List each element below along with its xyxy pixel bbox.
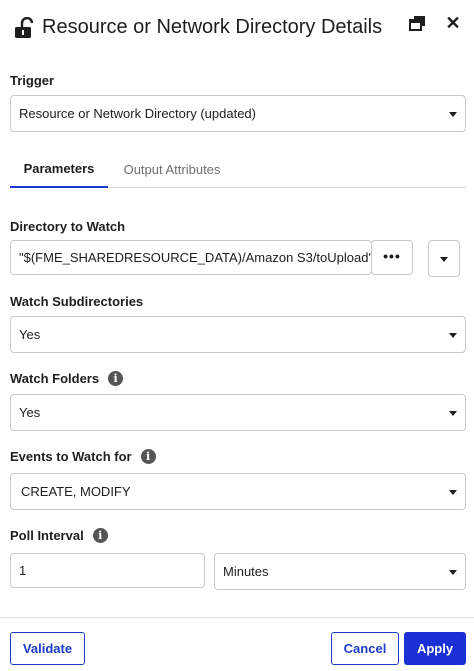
events-select[interactable]: CREATE, MODIFY (10, 473, 466, 510)
poll-interval-value: 1 (19, 563, 27, 578)
events-label-row: Events to Watch for i (10, 449, 156, 464)
directory-field[interactable]: "$(FME_SHAREDRESOURCE_DATA)/Amazon S3/to… (10, 240, 372, 275)
validate-button[interactable]: Validate (10, 632, 85, 665)
watch-subdirectories-select[interactable]: Yes (10, 316, 466, 353)
info-icon[interactable]: i (140, 449, 156, 464)
popout-window-icon[interactable] (408, 14, 428, 34)
poll-interval-unit-value: Minutes (223, 564, 269, 579)
directory-field-value: "$(FME_SHAREDRESOURCE_DATA)/Amazon S3/to… (19, 250, 372, 265)
directory-label: Directory to Watch (10, 219, 126, 234)
events-value: CREATE, MODIFY (21, 484, 131, 499)
trigger-select-value: Resource or Network Directory (updated) (19, 106, 256, 121)
cancel-button[interactable]: Cancel (331, 632, 399, 665)
watch-folders-label: Watch Folders (10, 371, 100, 386)
watch-subdirectories-label: Watch Subdirectories (10, 294, 144, 309)
watch-folders-label-row: Watch Folders i (10, 371, 124, 386)
watch-subdirectories-value: Yes (19, 327, 41, 342)
directory-options-button[interactable] (428, 240, 460, 277)
chevron-down-icon (449, 570, 457, 575)
chevron-down-icon (440, 257, 448, 262)
footer-divider (0, 617, 474, 618)
chevron-down-icon (449, 411, 457, 416)
unlock-icon (15, 17, 34, 38)
chevron-down-icon (449, 112, 457, 117)
tab-parameters[interactable]: Parameters (10, 150, 108, 188)
dialog-title: Resource or Network Directory Details (42, 16, 383, 38)
tab-output-attributes[interactable]: Output Attributes (120, 150, 224, 188)
watch-folders-value: Yes (19, 405, 41, 420)
tab-bar: Parameters Output Attributes (10, 150, 466, 188)
trigger-label: Trigger (10, 73, 55, 88)
info-icon[interactable]: i (92, 528, 108, 543)
poll-interval-label-row: Poll Interval i (10, 528, 108, 543)
trigger-select[interactable]: Resource or Network Directory (updated) (10, 95, 466, 132)
apply-button[interactable]: Apply (404, 632, 466, 665)
browse-button[interactable]: ••• (371, 240, 413, 275)
chevron-down-icon (449, 333, 457, 338)
events-label: Events to Watch for (10, 449, 132, 464)
watch-folders-select[interactable]: Yes (10, 394, 466, 431)
poll-interval-unit-select[interactable]: Minutes (214, 553, 466, 590)
info-icon[interactable]: i (108, 371, 124, 386)
chevron-down-icon (449, 490, 457, 495)
close-icon[interactable]: ✕ (443, 12, 463, 34)
poll-interval-input[interactable]: 1 (10, 553, 205, 588)
poll-interval-label: Poll Interval (10, 528, 84, 543)
dialog-header: Resource or Network Directory Details ✕ (0, 0, 474, 56)
